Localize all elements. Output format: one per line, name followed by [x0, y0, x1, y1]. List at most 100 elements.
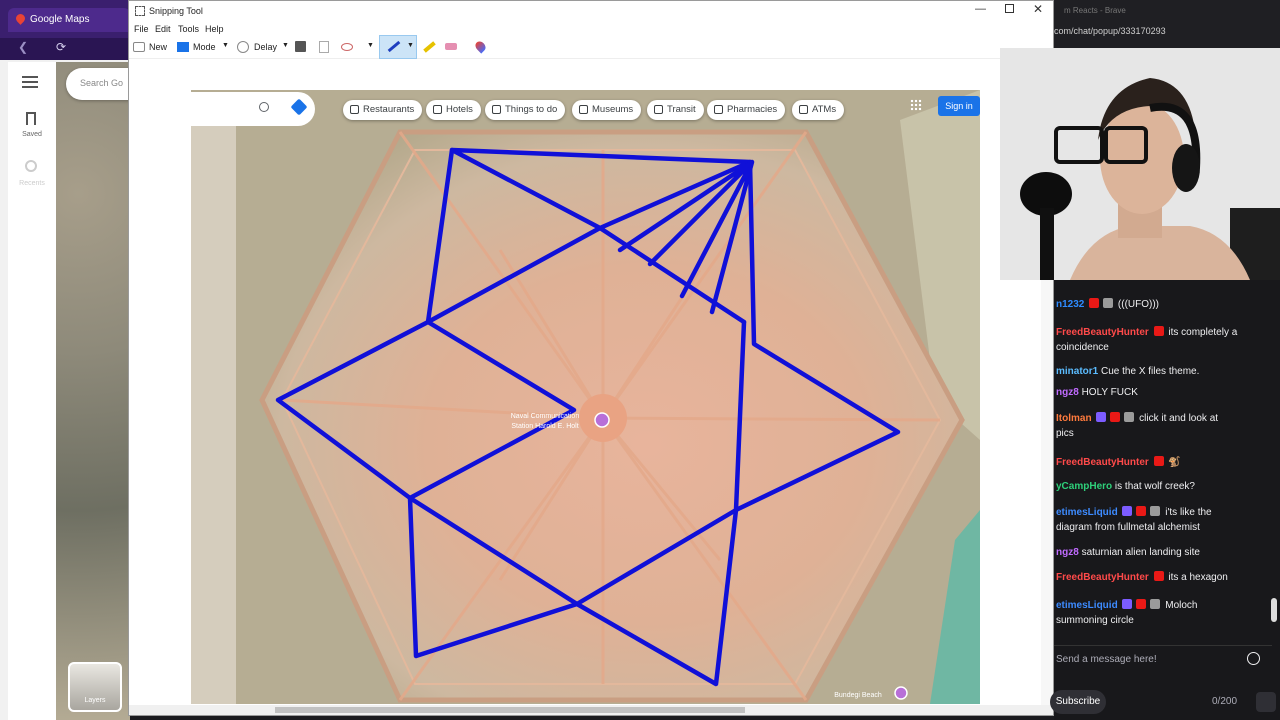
search-icon[interactable]: [259, 102, 269, 112]
beach-label[interactable]: Bundegi Beach: [834, 692, 882, 699]
chat-message[interactable]: ngz8 HOLY FUCK: [1056, 387, 1138, 398]
chat-text: pics: [1056, 428, 1074, 439]
mode-button[interactable]: Mode: [193, 42, 216, 52]
send-dropdown-icon[interactable]: ▼: [367, 42, 374, 49]
mode-dropdown-icon[interactable]: ▼: [222, 42, 229, 49]
chat-text: saturnian alien landing site: [1081, 547, 1200, 558]
badge-icon: [1153, 571, 1164, 581]
directions-icon[interactable]: [290, 98, 308, 116]
chat-message[interactable]: FreedBeautyHunter its a hexagon: [1056, 571, 1228, 583]
google-maps-window: Google Maps ❮ ⟳ Saved Recents Search Go …: [0, 0, 130, 720]
hamburger-menu-icon[interactable]: [22, 76, 38, 90]
pen-dropdown-icon[interactable]: ▼: [407, 42, 414, 49]
museum-icon: [579, 105, 588, 114]
chat-url[interactable]: com/chat/popup/333170293: [1054, 26, 1166, 36]
horizontal-scroll-thumb[interactable]: [275, 707, 745, 713]
layers-button[interactable]: [68, 662, 122, 712]
chip-pharmacies[interactable]: Pharmacies: [707, 100, 786, 120]
chip-label: Restaurants: [363, 104, 415, 115]
menu-file[interactable]: File: [134, 24, 149, 34]
save-icon[interactable]: [295, 41, 306, 52]
satellite-map-background[interactable]: [56, 62, 130, 720]
close-icon[interactable]: ✕: [1033, 2, 1043, 16]
chat-username[interactable]: ngz8: [1056, 387, 1079, 398]
chat-message[interactable]: etimesLiquid i'ts like the: [1056, 506, 1212, 518]
recents-label: Recents: [19, 180, 45, 187]
emoji-icon[interactable]: [1247, 652, 1260, 665]
chat-username[interactable]: ngz8: [1056, 547, 1079, 558]
chat-username[interactable]: FreedBeautyHunter: [1056, 457, 1149, 468]
place-label-line2[interactable]: Station Harold E. Holt: [511, 423, 578, 430]
beach-marker-icon[interactable]: [894, 686, 908, 700]
eraser-icon[interactable]: [445, 43, 457, 50]
chip-things-to-do[interactable]: Things to do: [485, 100, 566, 120]
chat-scrollbar[interactable]: [1271, 598, 1277, 622]
chat-message[interactable]: Itolman click it and look at: [1056, 412, 1218, 424]
chat-message[interactable]: n1232 (((UFO))): [1056, 298, 1159, 310]
copy-icon[interactable]: [319, 41, 329, 53]
place-label-line1[interactable]: Naval Communication: [511, 413, 580, 420]
place-marker-icon[interactable]: [594, 412, 610, 428]
chat-username[interactable]: etimesLiquid: [1056, 507, 1118, 518]
emote-icon: 🐒: [1168, 457, 1181, 468]
menu-help[interactable]: Help: [205, 24, 224, 34]
send-icon[interactable]: [341, 43, 353, 51]
apps-grid-icon[interactable]: [910, 99, 922, 111]
chat-message[interactable]: ngz8 saturnian alien landing site: [1056, 547, 1200, 558]
chat-username[interactable]: FreedBeautyHunter: [1056, 327, 1149, 338]
chip-restaurants[interactable]: Restaurants: [343, 100, 423, 120]
bookmark-icon[interactable]: [26, 112, 36, 125]
subscribe-button[interactable]: Subscribe: [1050, 690, 1106, 714]
map-search-box[interactable]: [191, 92, 315, 126]
bed-icon: [433, 105, 442, 114]
fork-knife-icon: [350, 105, 359, 114]
chat-username[interactable]: Itolman: [1056, 413, 1092, 424]
headphone-cup-icon: [1172, 144, 1200, 192]
chat-text: Cue the X files theme.: [1101, 366, 1200, 377]
chat-input-placeholder[interactable]: Send a message here!: [1056, 654, 1157, 665]
minimize-icon[interactable]: —: [975, 3, 986, 15]
chip-label: Hotels: [446, 104, 473, 115]
pharmacy-icon: [714, 105, 723, 114]
chat-username[interactable]: n1232: [1056, 299, 1084, 310]
chat-text: is that wolf creek?: [1114, 481, 1195, 492]
delay-button[interactable]: Delay: [254, 42, 277, 52]
browser-tab-google-maps[interactable]: Google Maps: [8, 8, 130, 32]
chip-museums[interactable]: Museums: [572, 100, 642, 120]
chat-text: its completely a: [1168, 327, 1238, 338]
chip-label: Pharmacies: [727, 104, 778, 115]
captured-map-image: Naval Communication Station Harold E. Ho…: [191, 90, 980, 704]
chat-message[interactable]: minator1 Cue the X files theme.: [1056, 366, 1199, 377]
sign-in-button[interactable]: Sign in: [938, 96, 980, 116]
mode-icon[interactable]: [177, 42, 189, 52]
chat-username[interactable]: FreedBeautyHunter: [1056, 572, 1149, 583]
chip-transit[interactable]: Transit: [647, 100, 704, 120]
chat-text: click it and look at: [1139, 413, 1219, 424]
chip-hotels[interactable]: Hotels: [426, 100, 481, 120]
more-icon: [799, 105, 808, 114]
badge-icon: [1153, 456, 1164, 466]
chip-atms[interactable]: ATMs: [792, 100, 845, 120]
chat-message[interactable]: FreedBeautyHunter 🐒: [1056, 456, 1181, 468]
maximize-icon[interactable]: [1005, 4, 1014, 13]
badge-icon: [1122, 599, 1133, 609]
back-arrow-icon[interactable]: ❮: [18, 40, 28, 54]
maps-search-input[interactable]: Search Go: [66, 68, 130, 100]
menu-tools[interactable]: Tools: [178, 24, 199, 34]
chat-username[interactable]: minator1: [1056, 366, 1098, 377]
chat-username[interactable]: yCampHero: [1056, 481, 1112, 492]
delay-dropdown-icon[interactable]: ▼: [282, 42, 289, 49]
menu-edit[interactable]: Edit: [155, 24, 171, 34]
chat-username[interactable]: etimesLiquid: [1056, 600, 1118, 611]
webcam-overlay: [1000, 48, 1280, 280]
history-icon[interactable]: [25, 160, 37, 172]
chat-settings-button[interactable]: [1256, 692, 1276, 712]
chat-tab-title[interactable]: m Reacts - Brave: [1064, 6, 1126, 15]
clock-icon: [237, 41, 249, 53]
new-snip-icon[interactable]: [133, 42, 145, 52]
new-button[interactable]: New: [149, 42, 167, 52]
reload-icon[interactable]: ⟳: [56, 40, 66, 54]
chat-message[interactable]: FreedBeautyHunter its completely a: [1056, 326, 1237, 338]
chat-message[interactable]: etimesLiquid Moloch: [1056, 599, 1198, 611]
chat-message[interactable]: yCampHero is that wolf creek?: [1056, 481, 1195, 492]
